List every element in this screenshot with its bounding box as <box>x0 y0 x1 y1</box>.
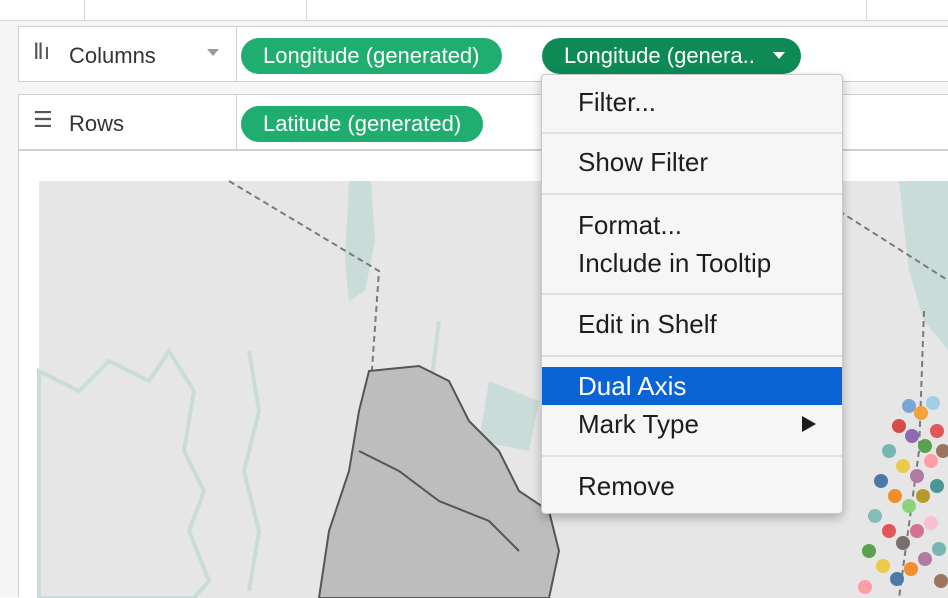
menu-item-include-in-tooltip[interactable]: Include in Tooltip <box>542 244 842 282</box>
rows-shelf-header: ☰ Rows <box>19 95 237 149</box>
menu-item-remove[interactable]: Remove <box>542 467 842 505</box>
longitude-pill[interactable]: Longitude (generated) <box>241 38 502 74</box>
tableau-worksheet: Ⅱı Columns Longitude (generated) Longitu… <box>0 0 948 598</box>
pill-context-menu: Filter... Show Filter Format... Include … <box>541 74 843 514</box>
columns-shelf-header: Ⅱı Columns <box>19 27 237 81</box>
chevron-down-icon[interactable] <box>207 49 219 56</box>
columns-shelf-label: Columns <box>69 43 156 68</box>
top-ruler <box>0 0 948 21</box>
longitude-pill-active[interactable]: Longitude (genera.. <box>542 38 801 74</box>
menu-separator <box>542 193 842 195</box>
menu-item-dual-axis[interactable]: Dual Axis <box>542 367 842 405</box>
menu-separator <box>542 355 842 357</box>
ruler-tick <box>866 0 867 20</box>
menu-separator <box>542 132 842 134</box>
pill-label: Longitude (genera.. <box>564 43 755 68</box>
pill-label: Latitude (generated) <box>263 111 462 136</box>
pill-label: Longitude (generated) <box>263 43 480 68</box>
submenu-arrow-icon <box>802 416 816 432</box>
menu-item-show-filter[interactable]: Show Filter <box>542 143 842 181</box>
rows-icon: ☰ <box>33 108 53 133</box>
ruler-tick <box>306 0 307 20</box>
ruler-tick <box>84 0 85 20</box>
caret-down-icon[interactable] <box>772 51 785 59</box>
menu-separator <box>542 455 842 457</box>
latitude-pill[interactable]: Latitude (generated) <box>241 106 484 142</box>
rows-shelf-label: Rows <box>69 111 125 136</box>
menu-item-filter[interactable]: Filter... <box>542 83 842 121</box>
menu-item-mark-type-label: Mark Type <box>578 409 699 439</box>
menu-item-format[interactable]: Format... <box>542 206 842 244</box>
menu-item-mark-type[interactable]: Mark Type <box>542 405 842 443</box>
menu-separator <box>542 293 842 295</box>
menu-item-edit-in-shelf[interactable]: Edit in Shelf <box>542 305 842 343</box>
columns-icon: Ⅱı <box>33 40 50 65</box>
